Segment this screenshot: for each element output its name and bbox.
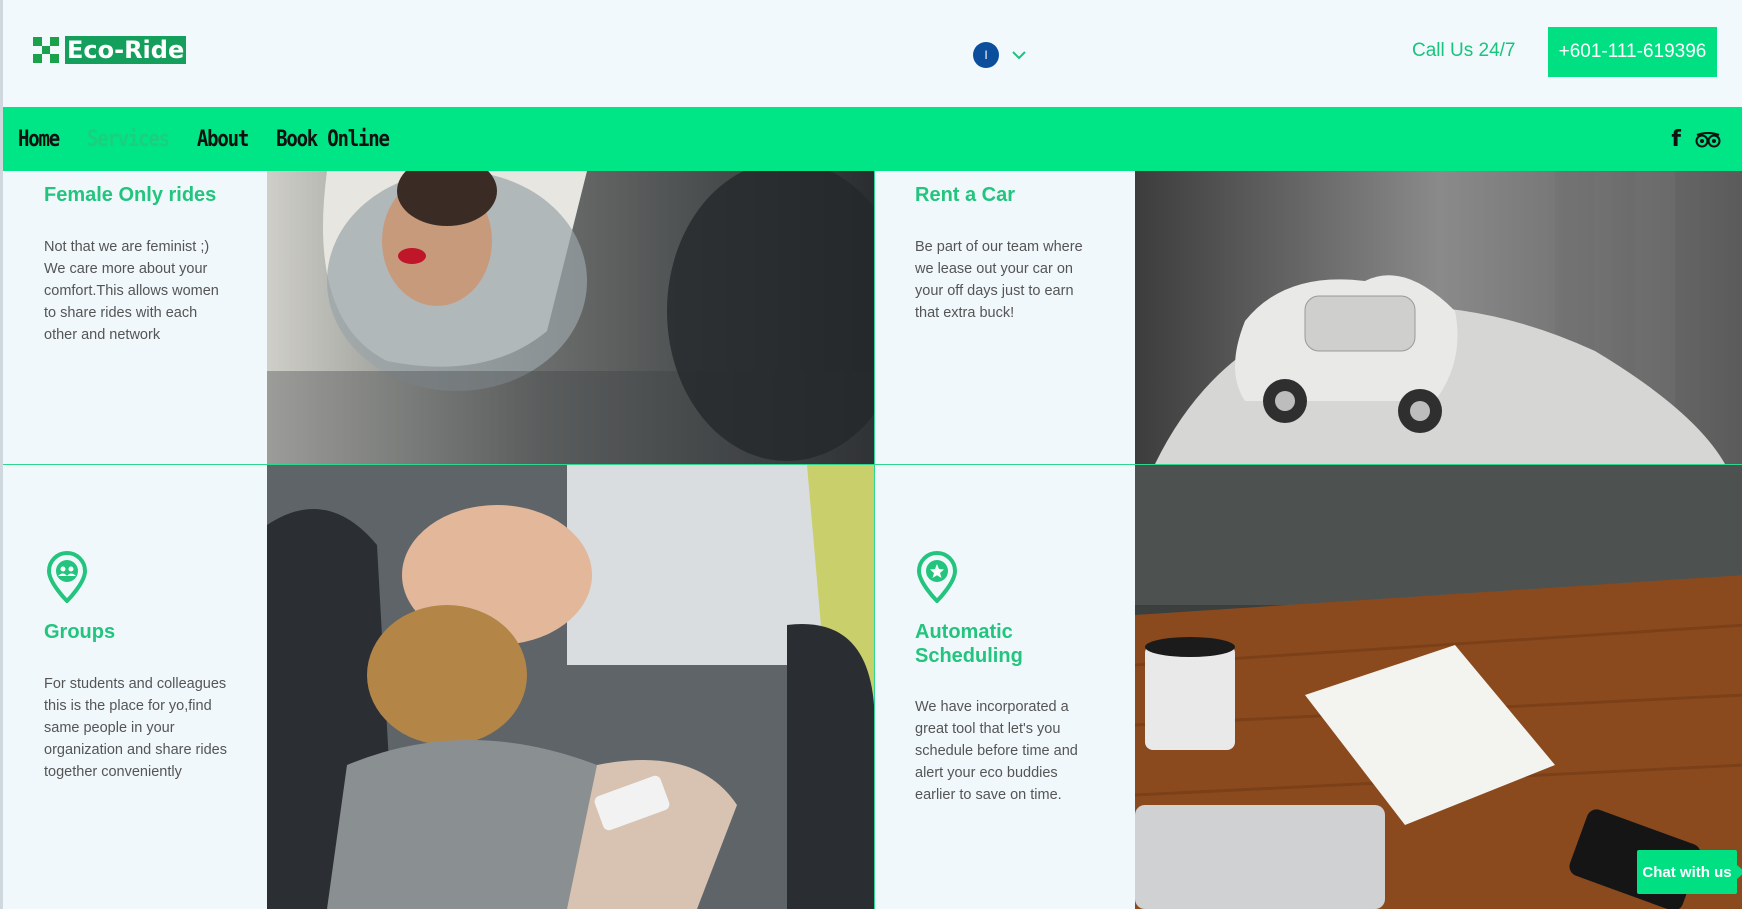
tripadvisor-icon[interactable] bbox=[1695, 131, 1721, 148]
social-links: f bbox=[1671, 127, 1721, 152]
nav-item-about[interactable]: About bbox=[197, 126, 249, 151]
service-description: For students and colleagues this is the … bbox=[44, 676, 227, 780]
service-description: Be part of our team where we lease out y… bbox=[915, 239, 1083, 321]
nav-item-book-online[interactable]: Book Online bbox=[276, 126, 390, 151]
nav-item-home[interactable]: Home bbox=[18, 126, 60, 151]
language-selector[interactable]: I bbox=[973, 42, 1029, 68]
service-title: Rent a Car bbox=[915, 184, 1016, 206]
logo[interactable]: Eco-Ride bbox=[33, 36, 187, 64]
grid-divider-horizontal bbox=[3, 464, 1742, 465]
service-card-female-only: Female Only rides Not that we are femini… bbox=[3, 171, 267, 464]
phone-button[interactable]: +601-111-619396 bbox=[1548, 27, 1717, 77]
chat-button[interactable]: Chat with us bbox=[1637, 850, 1742, 894]
logo-text: Eco-Ride bbox=[65, 36, 187, 64]
service-card-groups: Groups For students and colleagues this … bbox=[3, 465, 267, 909]
nav-item-services[interactable]: Services bbox=[87, 126, 170, 151]
service-title: Female Only rides bbox=[44, 184, 217, 206]
service-description: Not that we are feminist ;) We care more… bbox=[44, 239, 219, 343]
service-description: We have incorporated a great tool that l… bbox=[915, 699, 1078, 803]
group-pin-icon bbox=[46, 551, 88, 603]
rent-car-photo bbox=[1135, 171, 1742, 464]
service-title: Automatic Scheduling bbox=[915, 621, 1023, 667]
main-navigation: Home Services About Book Online f bbox=[3, 107, 1742, 171]
call-us-label: Call Us 24/7 bbox=[1412, 40, 1516, 61]
logo-icon bbox=[33, 37, 59, 63]
facebook-icon[interactable]: f bbox=[1671, 127, 1681, 152]
groups-photo bbox=[267, 465, 874, 909]
service-title: Groups bbox=[44, 621, 116, 643]
female-rides-photo bbox=[267, 171, 874, 464]
site-header: Eco-Ride I Call Us 24/7 +601-111-619396 bbox=[3, 0, 1742, 107]
scheduling-photo bbox=[1135, 465, 1742, 909]
chevron-down-icon bbox=[1012, 51, 1026, 60]
star-pin-icon bbox=[916, 551, 958, 603]
grid-divider-vertical bbox=[874, 171, 875, 909]
service-card-automatic-scheduling: Automatic Scheduling We have incorporate… bbox=[875, 465, 1135, 897]
language-flag-icon: I bbox=[973, 42, 999, 68]
page: Eco-Ride I Call Us 24/7 +601-111-619396 … bbox=[0, 0, 1742, 909]
service-card-rent-a-car: Rent a Car Be part of our team where we … bbox=[875, 171, 1135, 464]
